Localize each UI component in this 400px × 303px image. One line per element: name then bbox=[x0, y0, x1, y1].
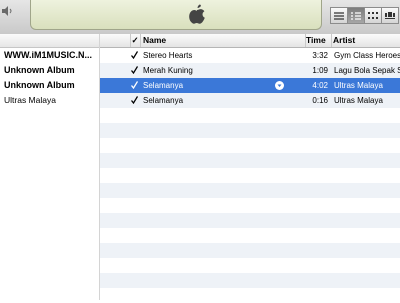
table-header: ✓ Name Time Artist bbox=[100, 34, 400, 48]
header-artist[interactable]: Artist bbox=[330, 34, 400, 47]
table-row[interactable]: Stereo Hearts 3:32 Gym Class Heroes Feat. bbox=[100, 48, 400, 63]
table-row[interactable]: Selamanya 4:02 Ultras Malaya bbox=[100, 78, 400, 93]
checkmark-icon bbox=[131, 51, 138, 59]
table-row bbox=[100, 198, 400, 213]
track-checkbox[interactable] bbox=[131, 63, 141, 78]
table-row bbox=[100, 138, 400, 153]
album-item[interactable]: Unknown Album bbox=[0, 63, 99, 78]
table-row[interactable]: Merah Kuning 1:09 Lagu Bola Sepak Sem bbox=[100, 63, 400, 78]
track-menu-arrow-icon[interactable] bbox=[275, 81, 284, 90]
table-row bbox=[100, 258, 400, 273]
table-row[interactable]: Selamanya 0:16 Ultras Malaya bbox=[100, 93, 400, 108]
track-checkbox[interactable] bbox=[131, 78, 141, 93]
grid-view-button[interactable] bbox=[364, 7, 382, 24]
album-list-header bbox=[0, 34, 99, 48]
table-row bbox=[100, 108, 400, 123]
grid-view-icon bbox=[368, 11, 378, 19]
status-display bbox=[30, 0, 322, 30]
track-name: Stereo Hearts bbox=[143, 51, 193, 60]
table-row bbox=[100, 213, 400, 228]
cover-flow-view-button[interactable] bbox=[381, 7, 399, 24]
track-checkbox[interactable] bbox=[131, 48, 141, 63]
track-artist: Lagu Bola Sepak Sem bbox=[334, 66, 400, 75]
track-time: 0:16 bbox=[312, 96, 328, 105]
track-name: Merah Kuning bbox=[143, 66, 193, 75]
track-table: ✓ Name Time Artist Stereo Hearts 3:32 Gym … bbox=[100, 34, 400, 303]
table-row bbox=[100, 123, 400, 138]
header-check[interactable]: ✓ bbox=[130, 34, 141, 47]
track-time: 1:09 bbox=[312, 66, 328, 75]
header-name[interactable]: Name bbox=[141, 34, 306, 47]
volume-icon[interactable] bbox=[2, 6, 14, 16]
table-body: Stereo Hearts 3:32 Gym Class Heroes Feat. M… bbox=[100, 48, 400, 303]
header-time[interactable]: Time bbox=[304, 34, 332, 47]
track-artist: Gym Class Heroes Feat. bbox=[334, 51, 400, 60]
track-artist: Ultras Malaya bbox=[334, 96, 383, 105]
toolbar bbox=[0, 0, 400, 35]
album-list-pane: WWW.iM1MUSIC.N... Unknown Album Unknown … bbox=[0, 34, 100, 300]
checkmark-icon bbox=[131, 66, 138, 74]
album-list-view-icon bbox=[351, 11, 361, 20]
track-checkbox[interactable] bbox=[131, 93, 141, 108]
table-row bbox=[100, 228, 400, 243]
list-view-button[interactable] bbox=[330, 7, 348, 24]
view-switcher bbox=[330, 7, 399, 24]
checkmark-icon bbox=[131, 96, 138, 104]
cover-flow-view-icon bbox=[385, 11, 395, 19]
header-spacer bbox=[100, 34, 131, 47]
list-view-icon bbox=[334, 11, 344, 20]
table-row bbox=[100, 183, 400, 198]
track-artist: Ultras Malaya bbox=[334, 81, 383, 90]
track-time: 3:32 bbox=[312, 51, 328, 60]
apple-logo-icon bbox=[186, 2, 208, 26]
album-list-view-button[interactable] bbox=[347, 7, 365, 24]
artist-item[interactable]: Ultras Malaya bbox=[0, 93, 99, 108]
table-row bbox=[100, 153, 400, 168]
checkmark-icon bbox=[131, 81, 138, 89]
track-time: 4:02 bbox=[312, 81, 328, 90]
table-row bbox=[100, 288, 400, 303]
table-row bbox=[100, 273, 400, 288]
table-row bbox=[100, 243, 400, 258]
track-name: Selamanya bbox=[143, 96, 184, 105]
album-item[interactable]: Unknown Album bbox=[0, 78, 99, 93]
album-item[interactable]: WWW.iM1MUSIC.N... bbox=[0, 48, 99, 63]
table-row bbox=[100, 168, 400, 183]
